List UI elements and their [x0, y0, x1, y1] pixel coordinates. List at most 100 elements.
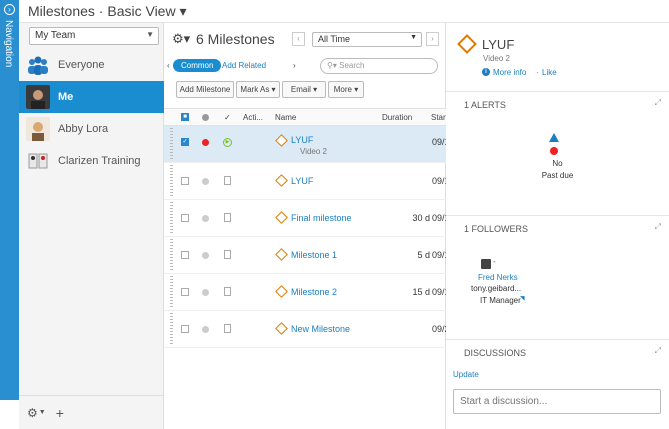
discussion-input[interactable]: [453, 389, 661, 414]
follower-menu-icon[interactable]: -: [493, 257, 496, 266]
next-period-button[interactable]: ›: [426, 32, 439, 46]
milestone-diamond-icon: [275, 285, 288, 298]
follower-name-link[interactable]: Fred Nerks: [478, 273, 518, 282]
status-red-icon: [550, 147, 558, 155]
document-icon: [224, 287, 231, 296]
milestone-duration: 30 d: [412, 213, 430, 223]
milestone-name-link[interactable]: LYUF: [291, 176, 313, 186]
tab-common[interactable]: Common: [173, 59, 222, 72]
milestone-subtitle: Video 2: [300, 147, 327, 156]
milestones-panel: ⚙▾ 6 Milestones ‹ All Time ▼ › ‹ Common …: [164, 23, 446, 429]
column-start[interactable]: Start: [431, 113, 446, 122]
milestone-name-link[interactable]: Milestone 1: [291, 250, 337, 260]
chevron-down-icon: ▼: [146, 30, 154, 39]
row-checkbox[interactable]: [181, 251, 189, 259]
drag-handle[interactable]: [170, 313, 173, 345]
status-red-icon: [202, 139, 209, 146]
row-checkbox[interactable]: [181, 177, 189, 185]
milestone-diamond-icon: [275, 211, 288, 224]
time-filter-value: All Time: [318, 34, 351, 44]
team-item-label: Abby Lora: [58, 123, 109, 135]
row-checkbox[interactable]: [181, 214, 189, 222]
milestone-name-link[interactable]: LYUF: [291, 135, 313, 145]
chevron-down-icon: ▼: [38, 409, 46, 416]
mark-as-button[interactable]: Mark As ▾: [236, 81, 280, 98]
add-team-button[interactable]: +: [56, 405, 64, 421]
team-item-label: Clarizen Training: [58, 155, 141, 167]
like-link[interactable]: Like: [542, 68, 557, 77]
alert-line-1: No: [552, 159, 563, 168]
table-row[interactable]: ✓ ▶ LYUF Video 2 09/1: [164, 126, 446, 163]
followers-section: 1 FOLLOWERS ⤢ - Fred Nerks tony.geibard.…: [446, 215, 669, 339]
avatar[interactable]: [481, 259, 491, 269]
status-grey-icon: [202, 252, 209, 259]
drag-handle[interactable]: [170, 165, 173, 197]
title-bar: Milestones · Basic View ▾: [19, 0, 669, 23]
row-checkbox[interactable]: [181, 288, 189, 296]
navigation-rail[interactable]: › Navigation: [0, 0, 19, 400]
group-icon: [28, 153, 48, 169]
milestone-name-link[interactable]: Milestone 2: [291, 287, 337, 297]
team-item-label: Me: [58, 91, 74, 103]
select-all-checkbox[interactable]: ■: [181, 113, 189, 121]
gear-icon[interactable]: ⚙: [27, 406, 38, 420]
search-input[interactable]: ⚲▾ Search: [320, 58, 438, 74]
more-button[interactable]: More ▾: [328, 81, 364, 98]
tabs-scroll-left-icon[interactable]: ‹: [167, 61, 170, 70]
document-icon: [224, 176, 231, 185]
follower-role: IT Manager: [480, 296, 521, 305]
column-actions[interactable]: Acti...: [243, 113, 263, 122]
document-icon: [224, 324, 231, 333]
table-row[interactable]: New Milestone 09/2: [164, 311, 446, 348]
team-item-clarizen-training[interactable]: Clarizen Training: [19, 145, 164, 177]
milestone-name-link[interactable]: New Milestone: [291, 324, 350, 334]
team-item-label: Everyone: [58, 59, 105, 71]
expand-icon[interactable]: ⤢: [655, 346, 661, 356]
milestone-name-link[interactable]: Final milestone: [291, 213, 352, 223]
discussions-title: DISCUSSIONS: [464, 348, 527, 358]
drag-handle[interactable]: [170, 239, 173, 271]
table-row[interactable]: LYUF 09/1: [164, 163, 446, 200]
expand-icon[interactable]: ⤢: [655, 222, 661, 232]
tabs-scroll-right-icon[interactable]: ›: [293, 61, 296, 70]
milestone-duration: 15 d: [412, 287, 430, 297]
time-filter-select[interactable]: All Time ▼: [312, 32, 422, 47]
column-name[interactable]: Name: [275, 113, 296, 122]
status-column-icon: [202, 114, 209, 121]
discussions-section: DISCUSSIONS ⤢ Update: [446, 339, 669, 429]
row-checkbox[interactable]: [181, 325, 189, 333]
milestones-tabs: ‹ Common Add Related › ⚲▾ Search: [164, 57, 446, 77]
row-checkbox[interactable]: ✓: [181, 138, 189, 146]
expand-icon[interactable]: ⤢: [655, 98, 661, 108]
team-select[interactable]: My Team ▼: [29, 27, 159, 45]
team-item-abby-lora[interactable]: Abby Lora: [19, 113, 164, 145]
milestone-start: 09/2: [432, 324, 446, 334]
team-item-everyone[interactable]: Everyone: [19, 49, 164, 81]
email-button[interactable]: Email ▾: [282, 81, 326, 98]
milestones-count: 6 Milestones: [196, 31, 275, 47]
column-duration[interactable]: Duration: [382, 113, 412, 122]
prev-period-button[interactable]: ‹: [292, 32, 305, 46]
drag-handle[interactable]: [170, 202, 173, 234]
table-row[interactable]: Milestone 1 5 d 09/1: [164, 237, 446, 274]
gear-icon[interactable]: ⚙▾: [172, 31, 190, 47]
tab-add-related[interactable]: Add Related: [222, 61, 266, 70]
navigation-toggle-icon[interactable]: ›: [4, 4, 15, 15]
more-info-link[interactable]: More info: [493, 68, 526, 77]
drag-handle[interactable]: [170, 128, 173, 160]
update-link[interactable]: Update: [453, 370, 479, 379]
milestones-toolbar: Add Milestone Mark As ▾ Email ▾ More ▾: [164, 80, 446, 100]
followers-title: 1 FOLLOWERS: [464, 224, 529, 234]
table-row[interactable]: Milestone 2 15 d 09/1: [164, 274, 446, 311]
team-item-me[interactable]: Me: [19, 81, 164, 113]
alert-line-2: Past due: [541, 171, 574, 180]
page-title[interactable]: Milestones · Basic View ▾: [28, 3, 187, 20]
detail-title: LYUF: [482, 37, 515, 52]
avatar: [26, 117, 50, 141]
detail-panel: LYUF Video 2 i More info · Like 1 ALERTS…: [446, 23, 669, 429]
drag-handle[interactable]: [170, 276, 173, 308]
milestone-duration: 5 d: [417, 250, 430, 260]
warning-icon: [549, 133, 559, 142]
table-row[interactable]: Final milestone 30 d 09/1: [164, 200, 446, 237]
add-milestone-button[interactable]: Add Milestone: [176, 81, 234, 98]
